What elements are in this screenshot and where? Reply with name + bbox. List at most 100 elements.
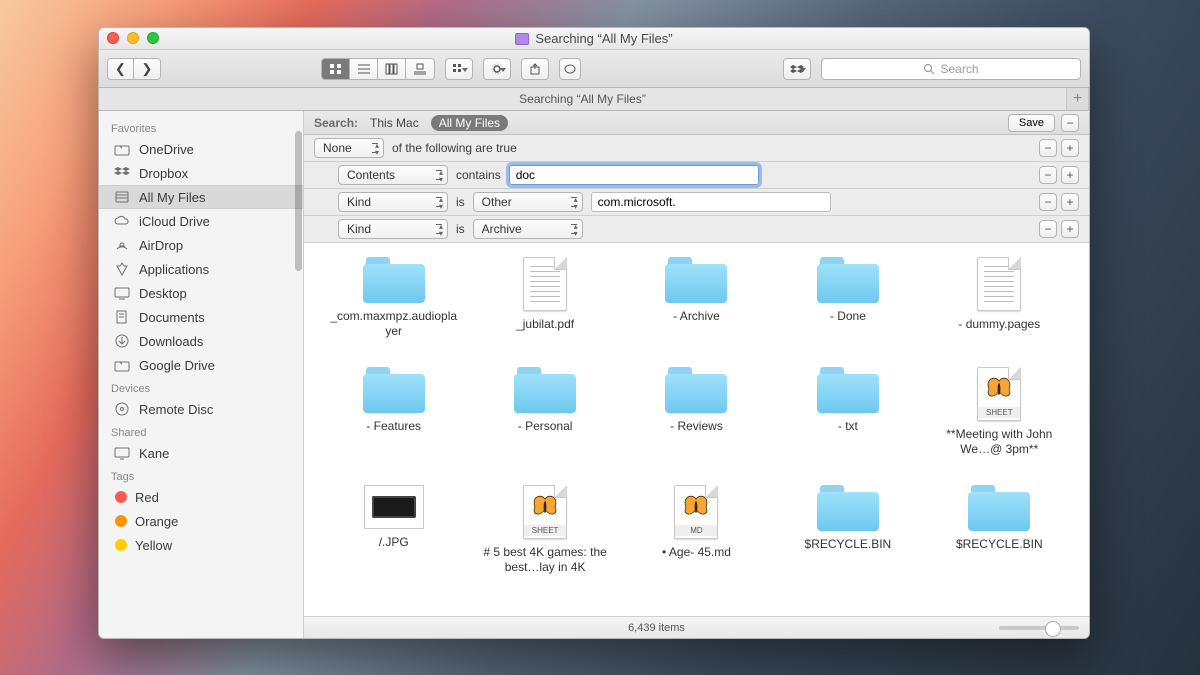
result-item[interactable]: - Done [778, 257, 917, 339]
tag-dot-icon [115, 539, 127, 551]
favorites-header: Favorites [99, 117, 303, 137]
criteria-1-value-input[interactable] [509, 165, 759, 185]
criteria-2-add[interactable]: + [1061, 193, 1079, 211]
sidebar-item-orange[interactable]: Orange [99, 509, 303, 533]
sidebar-item-onedrive[interactable]: OneDrive [99, 137, 303, 161]
result-label: /.JPG [379, 535, 409, 550]
cloud-icon [113, 214, 131, 228]
tab-strip: Searching “All My Files” + [99, 88, 1089, 111]
criteria-row-0: None▴▾ of the following are true − + [304, 135, 1089, 162]
sidebar-item-icloud-drive[interactable]: iCloud Drive [99, 209, 303, 233]
result-label: $RECYCLE.BIN [956, 537, 1043, 552]
criteria-1-add[interactable]: + [1061, 166, 1079, 184]
folder-icon [113, 358, 131, 372]
sidebar-item-applications[interactable]: Applications [99, 257, 303, 281]
criteria-2-attr[interactable]: Kind▴▾ [338, 192, 448, 212]
close-button[interactable] [107, 32, 119, 44]
folder-icon [817, 367, 879, 413]
criteria-1-op: contains [456, 168, 501, 182]
airdrop-icon [113, 238, 131, 252]
sheet-icon: SHEET [523, 485, 567, 539]
scope-this-mac[interactable]: This Mac [370, 116, 419, 130]
criteria-3-value[interactable]: Archive▴▾ [473, 219, 583, 239]
shared-header: Shared [99, 421, 303, 441]
sidebar-item-all-my-files[interactable]: All My Files [99, 185, 303, 209]
icon-view-button[interactable] [322, 58, 350, 80]
result-item[interactable]: - Archive [627, 257, 766, 339]
criteria-3-attr[interactable]: Kind▴▾ [338, 219, 448, 239]
sidebar-item-documents[interactable]: Documents [99, 305, 303, 329]
arrange-button[interactable] [445, 58, 473, 80]
result-item[interactable]: - Personal [475, 367, 614, 457]
search-icon [923, 63, 935, 75]
result-item[interactable]: - txt [778, 367, 917, 457]
list-view-button[interactable] [350, 58, 378, 80]
result-item[interactable]: SHEET# 5 best 4K games: the best…lay in … [475, 485, 614, 575]
minimize-button[interactable] [127, 32, 139, 44]
criteria-0-remove[interactable]: − [1039, 139, 1057, 157]
criteria-row-3: Kind▴▾ is Archive▴▾ − + [304, 216, 1089, 243]
result-item[interactable]: - Features [324, 367, 463, 457]
search-field[interactable]: Search [821, 58, 1081, 80]
criteria-0-attr[interactable]: None▴▾ [314, 138, 384, 158]
view-mode-segment [321, 58, 435, 80]
sidebar-item-red[interactable]: Red [99, 485, 303, 509]
result-item[interactable]: - dummy.pages [930, 257, 1069, 339]
search-label: Search: [314, 116, 358, 130]
result-item[interactable]: /.JPG [324, 485, 463, 575]
tags-button[interactable] [559, 58, 581, 80]
criteria-2-value[interactable]: Other▴▾ [473, 192, 583, 212]
dropbox-icon [113, 166, 131, 180]
result-item[interactable]: _com.maxmpz.audioplayer [324, 257, 463, 339]
criteria-2-remove[interactable]: − [1039, 193, 1057, 211]
result-item[interactable]: _jubilat.pdf [475, 257, 614, 339]
sidebar-item-dropbox[interactable]: Dropbox [99, 161, 303, 185]
tab-searching[interactable]: Searching “All My Files” [99, 88, 1067, 110]
criteria-3-remove[interactable]: − [1039, 220, 1057, 238]
fullscreen-button[interactable] [147, 32, 159, 44]
tag-dot-icon [115, 515, 127, 527]
criteria-3-add[interactable]: + [1061, 220, 1079, 238]
result-item[interactable]: SHEET**Meeting with John We…@ 3pm** [930, 367, 1069, 457]
sidebar-item-desktop[interactable]: Desktop [99, 281, 303, 305]
sidebar-item-airdrop[interactable]: AirDrop [99, 233, 303, 257]
folder-icon [817, 257, 879, 303]
result-label: _jubilat.pdf [516, 317, 574, 332]
collapse-criteria-button[interactable]: − [1061, 114, 1079, 132]
finder-window: Searching “All My Files” ❮ ❯ Se [98, 27, 1090, 639]
result-item[interactable]: $RECYCLE.BIN [930, 485, 1069, 575]
forward-button[interactable]: ❯ [134, 58, 160, 80]
sidebar-item-yellow[interactable]: Yellow [99, 533, 303, 557]
dropbox-toolbar-button[interactable] [783, 58, 811, 80]
criteria-1-remove[interactable]: − [1039, 166, 1057, 184]
sidebar-item-remote-disc[interactable]: Remote Disc [99, 397, 303, 421]
criteria-2-op: is [456, 195, 465, 209]
window-title: Searching “All My Files” [535, 31, 672, 46]
result-item[interactable]: - Reviews [627, 367, 766, 457]
zoom-slider[interactable] [999, 626, 1079, 630]
scope-all-my-files[interactable]: All My Files [431, 115, 508, 131]
save-search-button[interactable]: Save [1008, 114, 1055, 132]
criteria-0-add[interactable]: + [1061, 139, 1079, 157]
folder-icon [665, 257, 727, 303]
sidebar-item-downloads[interactable]: Downloads [99, 329, 303, 353]
sidebar-item-kane[interactable]: Kane [99, 441, 303, 465]
results-area[interactable]: _com.maxmpz.audioplayer _jubilat.pdf - Arc… [304, 243, 1089, 616]
result-item[interactable]: $RECYCLE.BIN [778, 485, 917, 575]
criteria-1-attr[interactable]: Contents▴▾ [338, 165, 448, 185]
result-label: _com.maxmpz.audioplayer [329, 309, 459, 339]
sidebar-item-google-drive[interactable]: Google Drive [99, 353, 303, 377]
result-label: - txt [838, 419, 858, 434]
pdf-icon [523, 257, 567, 311]
coverflow-view-button[interactable] [406, 58, 434, 80]
back-button[interactable]: ❮ [108, 58, 134, 80]
new-tab-button[interactable]: + [1067, 88, 1089, 110]
sidebar-scrollbar[interactable] [295, 131, 302, 271]
result-item[interactable]: MD• Age- 45.md [627, 485, 766, 575]
desktop-icon [113, 286, 131, 300]
share-button[interactable] [521, 58, 549, 80]
criteria-2-text-input[interactable] [591, 192, 831, 212]
column-view-button[interactable] [378, 58, 406, 80]
status-bar: 6,439 items [304, 616, 1089, 638]
action-button[interactable] [483, 58, 511, 80]
